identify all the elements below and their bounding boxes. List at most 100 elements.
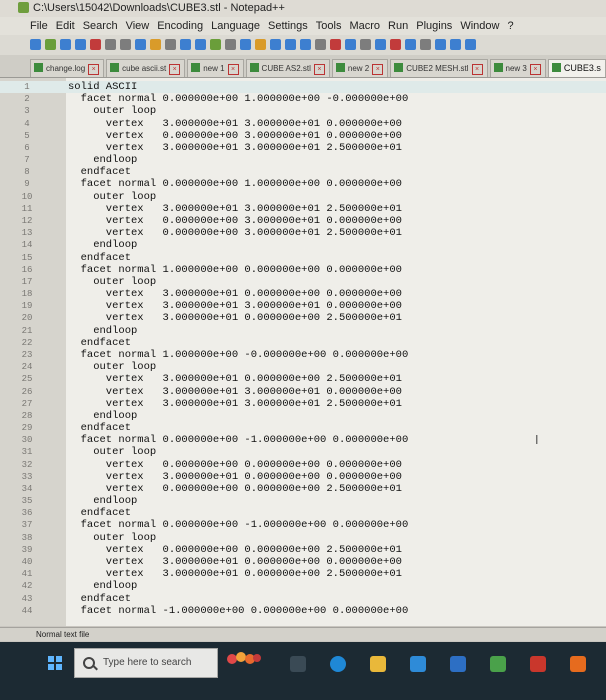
- code-line[interactable]: 41 vertex 3.000000e+01 0.000000e+00 2.50…: [0, 568, 606, 580]
- file-explorer-icon[interactable]: [370, 656, 386, 672]
- toolbar-button-icon[interactable]: [405, 39, 416, 50]
- code-line[interactable]: 24 outer loop: [0, 361, 606, 373]
- menu-item-window[interactable]: Window: [456, 17, 503, 35]
- code-line[interactable]: 21 endloop: [0, 325, 606, 337]
- code-line[interactable]: 7 endloop: [0, 154, 606, 166]
- tab-close-icon[interactable]: ×: [169, 64, 181, 75]
- toolbar-button-icon[interactable]: [30, 39, 41, 50]
- menu-item-macro[interactable]: Macro: [345, 17, 384, 35]
- code-line[interactable]: 37 facet normal 0.000000e+00 -1.000000e+…: [0, 519, 606, 531]
- toolbar-button-icon[interactable]: [135, 39, 146, 50]
- code-line[interactable]: 28 endloop: [0, 410, 606, 422]
- code-line[interactable]: 3 outer loop: [0, 105, 606, 117]
- toolbar-button-icon[interactable]: [45, 39, 56, 50]
- code-line[interactable]: 31 outer loop: [0, 446, 606, 458]
- menu-item-help[interactable]: ?: [503, 17, 517, 35]
- toolbar-button-icon[interactable]: [285, 39, 296, 50]
- tab-close-icon[interactable]: ×: [227, 64, 239, 75]
- mail-icon[interactable]: [450, 656, 466, 672]
- code-line[interactable]: 14 endloop: [0, 239, 606, 251]
- tab-close-icon[interactable]: ×: [471, 64, 483, 75]
- code-line[interactable]: 34 vertex 0.000000e+00 0.000000e+00 2.50…: [0, 483, 606, 495]
- code-line[interactable]: 22 endfacet: [0, 337, 606, 349]
- toolbar-button-icon[interactable]: [195, 39, 206, 50]
- menu-item-file[interactable]: File: [0, 17, 52, 35]
- code-line[interactable]: 40 vertex 3.000000e+01 0.000000e+00 0.00…: [0, 556, 606, 568]
- toolbar-button-icon[interactable]: [315, 39, 326, 50]
- tab-cube-as2-stl[interactable]: CUBE AS2.stl ×: [245, 59, 330, 77]
- toolbar-button-icon[interactable]: [330, 39, 341, 50]
- tab-close-icon[interactable]: ×: [529, 64, 541, 75]
- toolbar-button-icon[interactable]: [75, 39, 86, 50]
- code-line[interactable]: 10 outer loop: [0, 191, 606, 203]
- code-line[interactable]: 36 endfacet: [0, 507, 606, 519]
- menu-item-plugins[interactable]: Plugins: [412, 17, 456, 35]
- code-line[interactable]: 32 vertex 0.000000e+00 0.000000e+00 0.00…: [0, 459, 606, 471]
- toolbar-button-icon[interactable]: [90, 39, 101, 50]
- code-line[interactable]: 27 vertex 3.000000e+01 3.000000e+01 2.50…: [0, 398, 606, 410]
- menu-item-search[interactable]: Search: [79, 17, 122, 35]
- toolbar-button-icon[interactable]: [390, 39, 401, 50]
- menu-item-edit[interactable]: Edit: [52, 17, 79, 35]
- code-line[interactable]: 4 vertex 3.000000e+01 3.000000e+01 0.000…: [0, 118, 606, 130]
- code-line[interactable]: 26 vertex 3.000000e+01 3.000000e+01 0.00…: [0, 386, 606, 398]
- code-line[interactable]: 17 outer loop: [0, 276, 606, 288]
- code-line[interactable]: 29 endfacet: [0, 422, 606, 434]
- toolbar-button-icon[interactable]: [345, 39, 356, 50]
- tab-new-1[interactable]: new 1 ×: [187, 59, 244, 77]
- task-view-icon[interactable]: [290, 656, 306, 672]
- taskbar-search-box[interactable]: Type here to search: [74, 648, 218, 678]
- code-line[interactable]: 20 vertex 3.000000e+01 0.000000e+00 2.50…: [0, 312, 606, 324]
- code-line[interactable]: 2 facet normal 0.000000e+00 1.000000e+00…: [0, 93, 606, 105]
- menu-item-run[interactable]: Run: [384, 17, 412, 35]
- code-line[interactable]: 43 endfacet: [0, 593, 606, 605]
- code-line[interactable]: 23 facet normal 1.000000e+00 -0.000000e+…: [0, 349, 606, 361]
- toolbar-button-icon[interactable]: [450, 39, 461, 50]
- tab-cube3-s[interactable]: CUBE3.s: [547, 59, 606, 77]
- windows-start-icon[interactable]: [48, 656, 62, 670]
- code-line[interactable]: 8 endfacet: [0, 166, 606, 178]
- toolbar-button-icon[interactable]: [180, 39, 191, 50]
- tab-close-icon[interactable]: ×: [372, 64, 384, 75]
- tab-close-icon[interactable]: ×: [88, 64, 100, 75]
- code-line[interactable]: 38 outer loop: [0, 532, 606, 544]
- editor-area[interactable]: 1 solid ASCII 2 facet normal 0.000000e+00 …: [0, 78, 606, 626]
- menu-item-view[interactable]: View: [122, 17, 154, 35]
- code-line[interactable]: 13 vertex 0.000000e+00 3.000000e+01 2.50…: [0, 227, 606, 239]
- menu-item-language[interactable]: Language: [207, 17, 264, 35]
- menu-item-settings[interactable]: Settings: [264, 17, 312, 35]
- code-line[interactable]: 25 vertex 3.000000e+01 0.000000e+00 2.50…: [0, 373, 606, 385]
- code-line[interactable]: 35 endloop: [0, 495, 606, 507]
- toolbar-button-icon[interactable]: [150, 39, 161, 50]
- tab-change-log[interactable]: change.log ×: [30, 59, 105, 77]
- code-line[interactable]: 15 endfacet: [0, 252, 606, 264]
- toolbar-button-icon[interactable]: [375, 39, 386, 50]
- toolbar-button-icon[interactable]: [435, 39, 446, 50]
- toolbar-button-icon[interactable]: [120, 39, 131, 50]
- code-line[interactable]: 12 vertex 0.000000e+00 3.000000e+01 0.00…: [0, 215, 606, 227]
- code-line[interactable]: 39 vertex 0.000000e+00 0.000000e+00 2.50…: [0, 544, 606, 556]
- code-line[interactable]: 5 vertex 0.000000e+00 3.000000e+01 0.000…: [0, 130, 606, 142]
- tab-cube-ascii-st[interactable]: cube ascii.st ×: [106, 59, 186, 77]
- toolbar-button-icon[interactable]: [465, 39, 476, 50]
- toolbar-button-icon[interactable]: [270, 39, 281, 50]
- toolbar-button-icon[interactable]: [210, 39, 221, 50]
- toolbar-button-icon[interactable]: [165, 39, 176, 50]
- code-line[interactable]: 33 vertex 3.000000e+01 0.000000e+00 0.00…: [0, 471, 606, 483]
- code-line[interactable]: 1 solid ASCII: [0, 81, 606, 93]
- store-icon[interactable]: [410, 656, 426, 672]
- toolbar-button-icon[interactable]: [300, 39, 311, 50]
- code-line[interactable]: 42 endloop: [0, 580, 606, 592]
- tab-cube2-mesh-stl[interactable]: CUBE2 MESH.stl ×: [390, 59, 488, 77]
- tab-close-icon[interactable]: ×: [313, 64, 325, 75]
- tab-new-2[interactable]: new 2 ×: [331, 59, 389, 77]
- edge-browser-icon[interactable]: [330, 656, 346, 672]
- code-line[interactable]: 16 facet normal 1.000000e+00 0.000000e+0…: [0, 264, 606, 276]
- code-line[interactable]: 19 vertex 3.000000e+01 3.000000e+01 0.00…: [0, 300, 606, 312]
- menu-item-encoding[interactable]: Encoding: [153, 17, 207, 35]
- app-taskbar-icon[interactable]: [530, 656, 546, 672]
- tab-new-3[interactable]: new 3 ×: [489, 59, 546, 77]
- toolbar-button-icon[interactable]: [420, 39, 431, 50]
- office-taskbar-icon[interactable]: [570, 656, 586, 672]
- code-line[interactable]: 44 facet normal -1.000000e+00 0.000000e+…: [0, 605, 606, 617]
